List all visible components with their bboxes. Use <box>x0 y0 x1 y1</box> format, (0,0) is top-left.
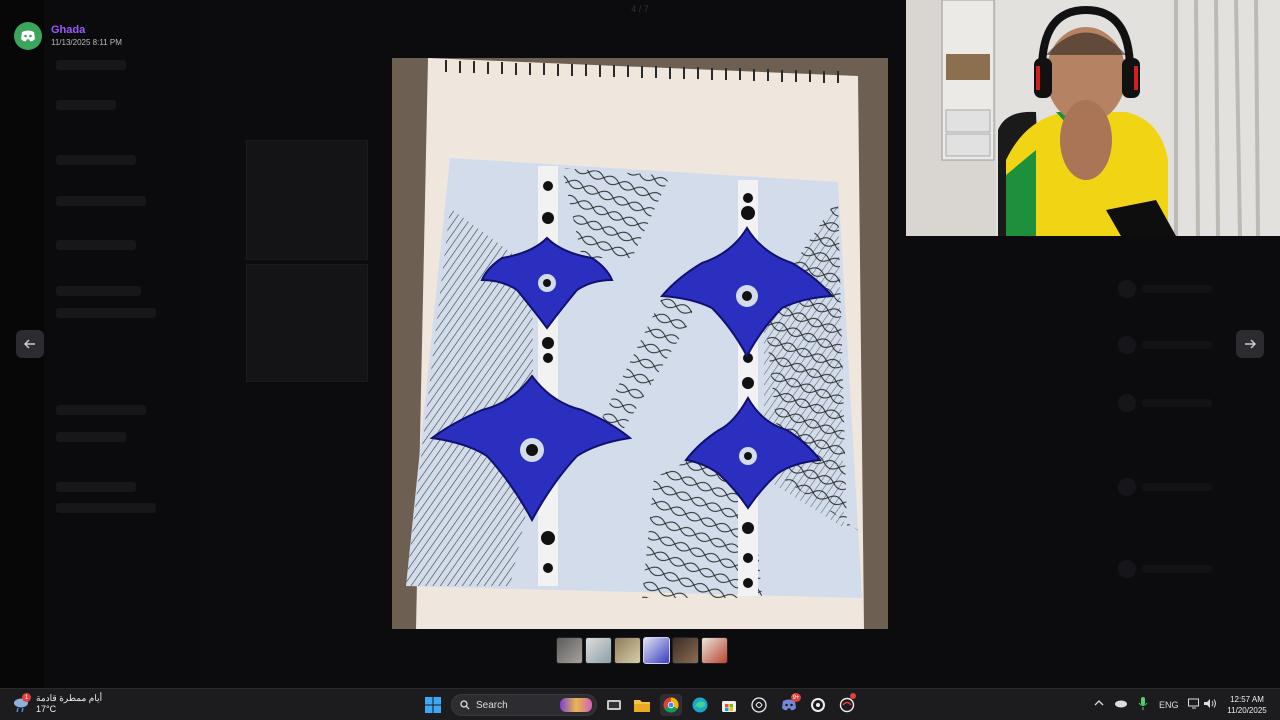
steelseries-icon <box>811 698 825 712</box>
browser-button[interactable] <box>836 693 858 716</box>
weather-temp: 17°C <box>36 704 57 714</box>
language-indicator[interactable]: ENG <box>1159 700 1179 710</box>
channel-item <box>56 286 141 296</box>
cloud-icon <box>1115 700 1127 708</box>
volume-tray[interactable] <box>1204 698 1217 711</box>
show-hidden-icons-button[interactable] <box>1094 698 1104 710</box>
thumbnail[interactable] <box>701 637 728 664</box>
chatgpt-icon <box>751 697 767 713</box>
thumbnail-active[interactable] <box>643 637 670 664</box>
member-avatar <box>1118 394 1136 412</box>
arrow-right-icon <box>1245 339 1256 349</box>
network-icon <box>1188 698 1199 709</box>
channel-item <box>56 482 136 492</box>
image-counter: 4 / 7 <box>631 4 649 14</box>
uploader-info: Ghada 11/13/2025 8:11 PM <box>14 22 122 50</box>
microphone-tray[interactable] <box>1138 697 1148 712</box>
thumbnail[interactable] <box>614 637 641 664</box>
folder-icon <box>634 700 650 712</box>
member-name <box>1142 285 1212 293</box>
weather-badge: 1 <box>22 693 31 702</box>
channel-item <box>56 60 126 70</box>
weather-text: أيام ممطرة قادمة <box>36 693 103 703</box>
taskbar-search[interactable]: Search <box>451 694 597 716</box>
onedrive-tray[interactable] <box>1114 698 1128 710</box>
rain-cloud-icon: 1 <box>12 693 31 713</box>
chat-image <box>246 264 368 382</box>
channel-item <box>56 432 126 442</box>
channel-item <box>56 503 156 513</box>
discord-logo-icon <box>21 30 35 42</box>
windows-logo-icon <box>425 697 441 713</box>
discord-badge: 9+ <box>791 693 801 702</box>
system-clock[interactable]: 12:57 AM 11/20/2025 <box>1222 694 1272 716</box>
thumbnail-strip <box>556 637 728 664</box>
store-button[interactable] <box>718 694 740 716</box>
edge-icon <box>692 697 708 713</box>
previous-image-button[interactable] <box>16 330 44 358</box>
thumbnail[interactable] <box>672 637 699 664</box>
chat-image <box>246 140 368 260</box>
upload-timestamp: 11/13/2025 8:11 PM <box>51 38 122 47</box>
file-explorer-button[interactable] <box>631 694 653 716</box>
uploader-name[interactable]: Ghada <box>51 24 122 37</box>
browser-icon <box>839 697 855 713</box>
webcam-feed <box>906 0 1280 236</box>
member-avatar <box>1118 478 1136 496</box>
search-highlight-icon <box>560 698 592 712</box>
clock-time: 12:57 AM <box>1230 695 1264 704</box>
edge-button[interactable] <box>689 694 711 716</box>
channel-item <box>56 308 156 318</box>
member-name <box>1142 483 1212 491</box>
chatgpt-button[interactable] <box>748 694 770 716</box>
chrome-icon <box>663 697 679 713</box>
member-avatar <box>1118 280 1136 298</box>
member-avatar <box>1118 336 1136 354</box>
notification-dot <box>850 693 856 699</box>
start-button[interactable] <box>422 694 444 716</box>
search-label: Search <box>476 699 508 711</box>
network-tray[interactable] <box>1188 698 1201 711</box>
channel-item <box>56 100 116 110</box>
chevron-up-icon <box>1094 700 1104 706</box>
chrome-button[interactable] <box>660 694 682 716</box>
clock-date: 11/20/2025 <box>1227 706 1267 715</box>
next-image-button[interactable] <box>1236 330 1264 358</box>
member-name <box>1142 399 1212 407</box>
channel-item <box>56 240 136 250</box>
store-icon <box>722 701 736 712</box>
arrow-left-icon <box>24 339 35 349</box>
microphone-icon <box>1138 697 1148 710</box>
speaker-icon <box>1204 699 1216 708</box>
task-view-button[interactable] <box>603 694 625 716</box>
task-view-icon <box>607 700 621 710</box>
member-name <box>1142 341 1212 349</box>
member-avatar <box>1118 560 1136 578</box>
member-name <box>1142 565 1212 573</box>
steelseries-button[interactable] <box>807 694 829 716</box>
channel-item <box>56 155 136 165</box>
thumbnail[interactable] <box>556 637 583 664</box>
artwork-photo <box>392 58 888 629</box>
uploader-avatar[interactable] <box>14 22 42 50</box>
channel-item <box>56 405 146 415</box>
discord-taskbar-button[interactable]: 9+ <box>778 693 801 716</box>
channel-item <box>56 196 146 206</box>
thumbnail[interactable] <box>585 637 612 664</box>
windows-taskbar: 1 أيام ممطرة قادمة 17°C Search 9+ ENG 12… <box>0 688 1280 720</box>
search-icon <box>460 700 470 710</box>
weather-widget[interactable]: 1 أيام ممطرة قادمة 17°C <box>12 693 102 715</box>
